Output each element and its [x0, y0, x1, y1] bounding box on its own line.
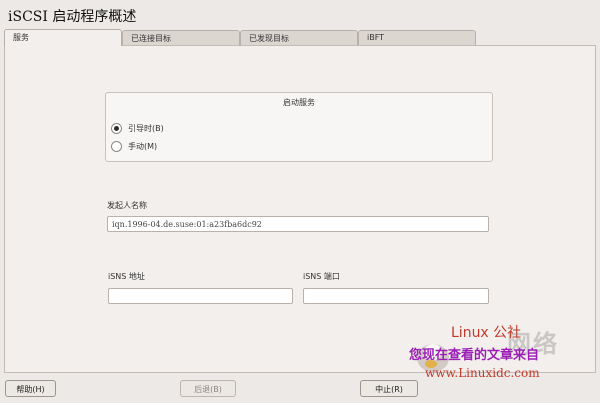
tab-connected-targets[interactable]: 已连接目标 — [122, 30, 240, 45]
watermark-line2: 您现在查看的文章来自 — [409, 348, 540, 363]
watermark: 网络 Linux 公社 您现在查看的文章来自 www.Linuxidc.com — [407, 320, 592, 395]
isns-address-label: iSNS 地址 — [108, 272, 145, 281]
help-button[interactable]: 帮助(H) — [5, 380, 56, 397]
radio-manual[interactable] — [111, 141, 122, 152]
isns-port-label: iSNS 端口 — [303, 272, 340, 281]
service-start-title: 启动服务 — [283, 98, 315, 107]
radio-on-boot[interactable] — [111, 123, 122, 134]
tab-service[interactable]: 服务 — [4, 29, 122, 46]
radio-on-boot-label: 引导时(B) — [128, 124, 164, 133]
radio-on-boot-row[interactable]: 引导时(B) — [111, 123, 164, 134]
isns-address-field[interactable] — [108, 288, 293, 304]
tab-ibft[interactable]: iBFT — [358, 30, 476, 45]
service-start-group: 启动服务 引导时(B) 手动(M) — [105, 92, 493, 162]
initiator-name-field[interactable]: iqn.1996-04.de.suse:01:a23fba6dc92 — [107, 216, 489, 232]
window-title: iSCSI 启动程序概述 — [8, 9, 137, 25]
back-button[interactable]: 后退(B) — [180, 380, 236, 397]
radio-manual-row[interactable]: 手动(M) — [111, 141, 157, 152]
watermark-url: www.Linuxidc.com — [425, 366, 540, 380]
tab-discovered-targets[interactable]: 已发现目标 — [240, 30, 358, 45]
watermark-line1: Linux 公社 — [451, 325, 522, 341]
isns-port-field[interactable] — [303, 288, 489, 304]
initiator-name-label: 发起人名称 — [107, 201, 147, 210]
tab-bar: 服务 已连接目标 已发现目标 iBFT — [4, 29, 476, 46]
radio-manual-label: 手动(M) — [128, 142, 158, 151]
